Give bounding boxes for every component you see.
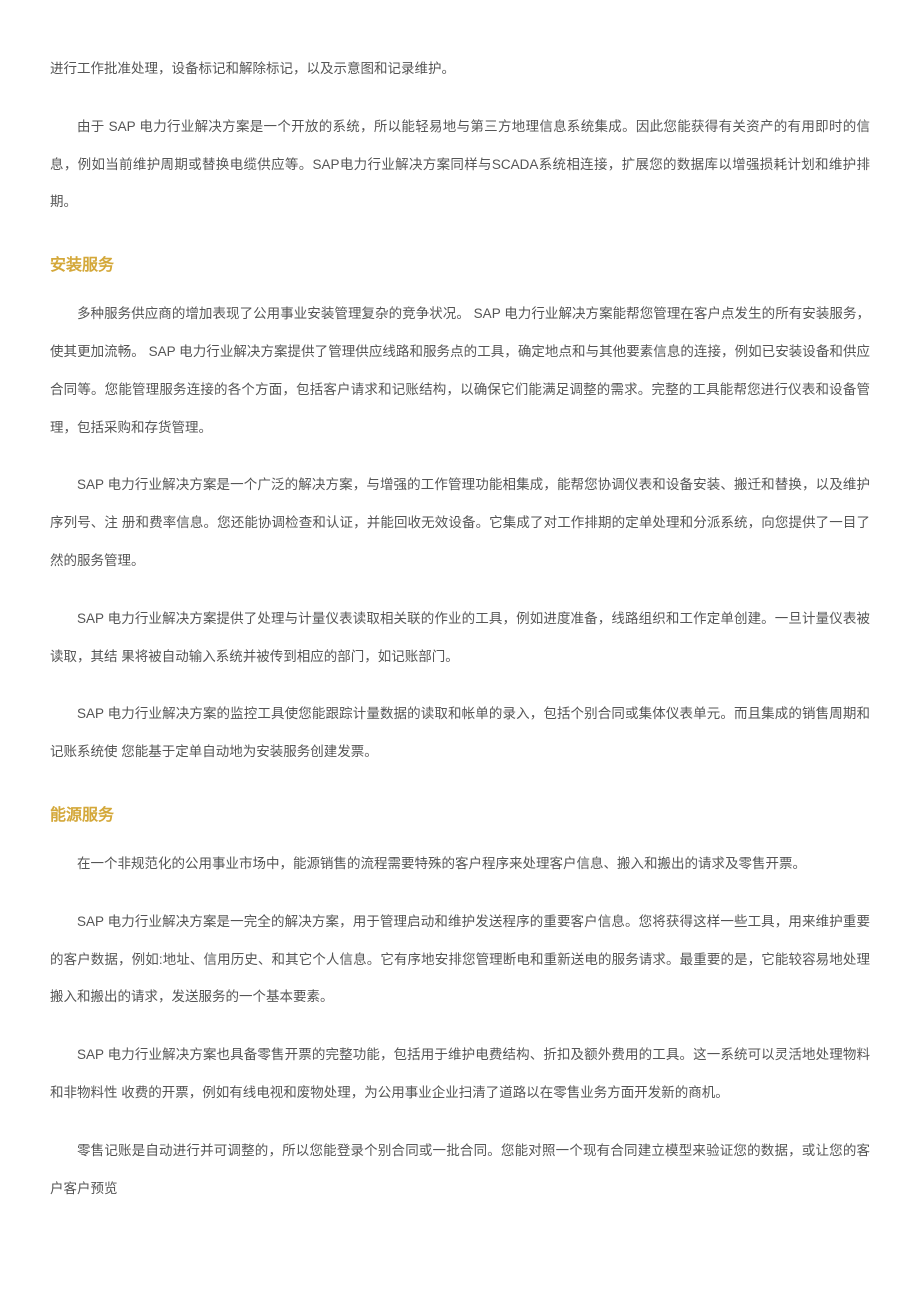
energy-paragraph-4: 零售记账是自动进行并可调整的，所以您能登录个别合同或一批合同。您能对照一个现有合… bbox=[50, 1132, 870, 1208]
install-paragraph-4: SAP 电力行业解决方案的监控工具使您能跟踪计量数据的读取和帐单的录入，包括个别… bbox=[50, 695, 870, 771]
install-paragraph-3: SAP 电力行业解决方案提供了处理与计量仪表读取相关联的作业的工具，例如进度准备… bbox=[50, 600, 870, 676]
section-heading-energy: 能源服务 bbox=[50, 801, 870, 825]
intro-paragraph-1: 进行工作批准处理，设备标记和解除标记，以及示意图和记录维护。 bbox=[50, 50, 870, 88]
install-paragraph-2: SAP 电力行业解决方案是一个广泛的解决方案，与增强的工作管理功能相集成，能帮您… bbox=[50, 466, 870, 579]
intro-paragraph-2: 由于 SAP 电力行业解决方案是一个开放的系统，所以能轻易地与第三方地理信息系统… bbox=[50, 108, 870, 221]
energy-paragraph-2: SAP 电力行业解决方案是一完全的解决方案，用于管理启动和维护发送程序的重要客户… bbox=[50, 903, 870, 1016]
energy-paragraph-1: 在一个非规范化的公用事业市场中，能源销售的流程需要特殊的客户程序来处理客户信息、… bbox=[50, 845, 870, 883]
energy-paragraph-3: SAP 电力行业解决方案也具备零售开票的完整功能，包括用于维护电费结构、折扣及额… bbox=[50, 1036, 870, 1112]
section-heading-install: 安装服务 bbox=[50, 251, 870, 275]
install-paragraph-1: 多种服务供应商的增加表现了公用事业安装管理复杂的竞争状况。 SAP 电力行业解决… bbox=[50, 295, 870, 446]
